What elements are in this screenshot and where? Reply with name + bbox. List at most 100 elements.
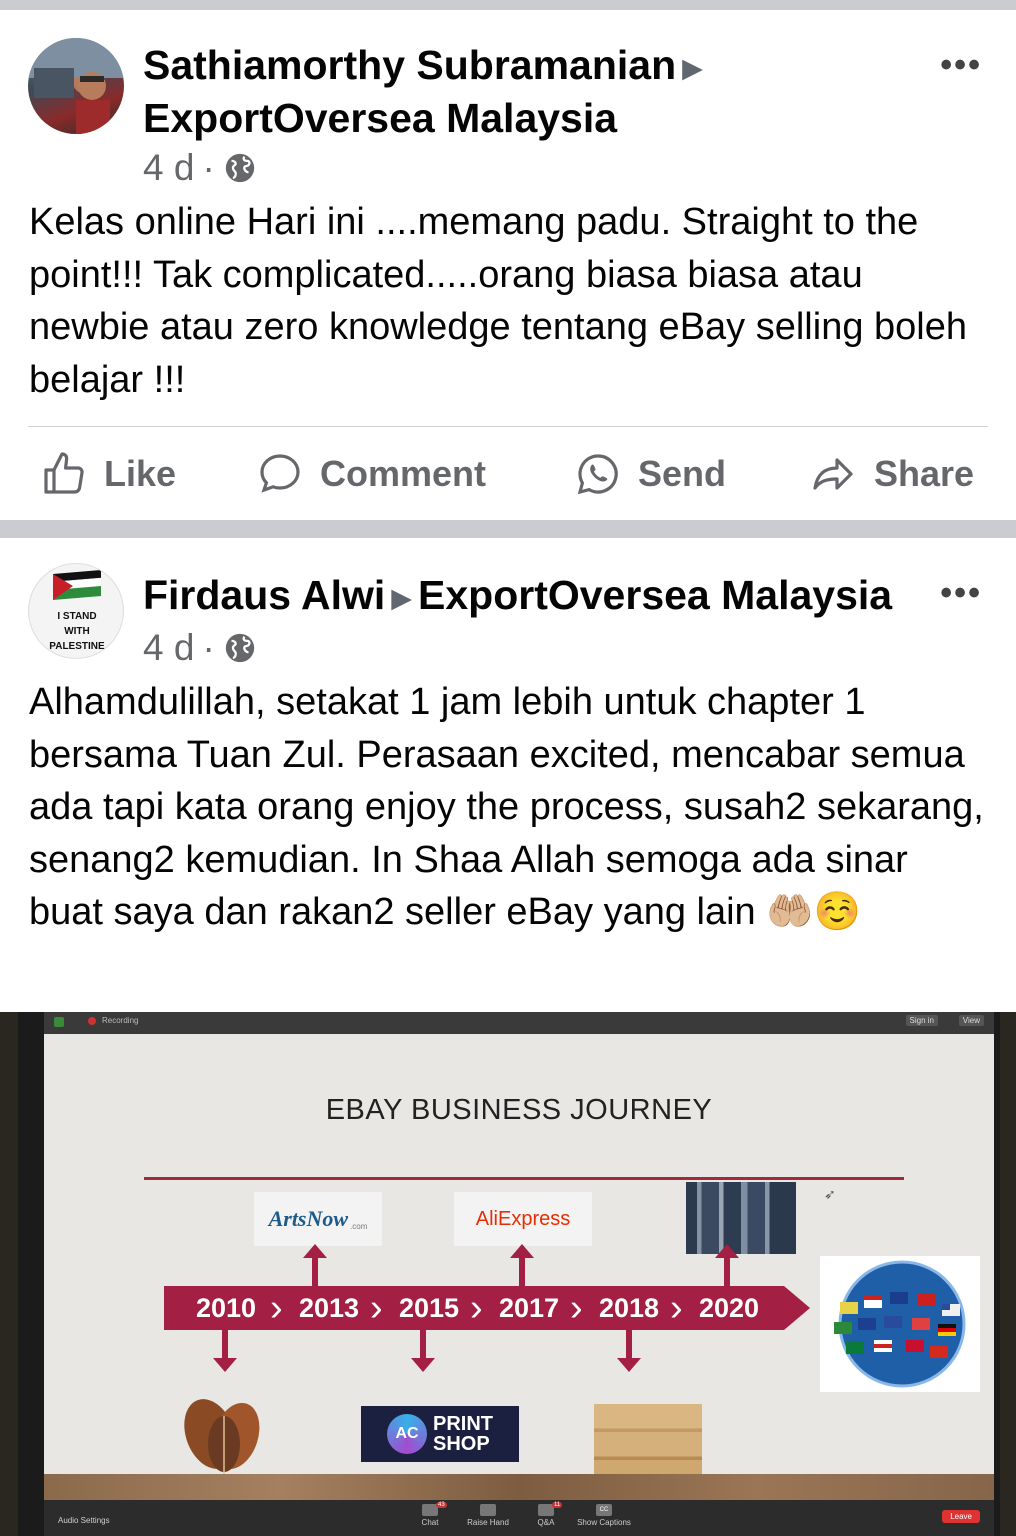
chevron-right-icon: › bbox=[370, 1287, 383, 1329]
comment-label: Comment bbox=[320, 453, 487, 494]
print-text: PRINT bbox=[433, 1413, 493, 1435]
group-name[interactable]: ExportOversea Malaysia bbox=[143, 95, 617, 141]
artsnow-logo-sub: .com bbox=[350, 1221, 368, 1231]
author-name[interactable]: Sathiamorthy Subramanian bbox=[143, 42, 676, 88]
up-arrow-icon bbox=[510, 1244, 534, 1286]
avatar-text-1: I STAND bbox=[57, 611, 96, 622]
like-button[interactable]: Like bbox=[40, 444, 176, 504]
post-meta: 4 d · bbox=[143, 146, 257, 190]
timestamp[interactable]: 4 d bbox=[143, 626, 194, 670]
post-text: Kelas online Hari ini ....memang padu. S… bbox=[29, 201, 967, 401]
zoom-top-bar: Recording Sign in View bbox=[44, 1012, 994, 1034]
feed-post: Sathiamorthy Subramanian ▶ ExportOversea … bbox=[0, 10, 1016, 520]
thumbs-up-icon bbox=[44, 452, 84, 494]
raise-hand-button[interactable]: Raise Hand bbox=[458, 1504, 518, 1527]
chevron-right-icon: › bbox=[470, 1287, 483, 1329]
year-label: 2017 bbox=[498, 1293, 560, 1323]
whatsapp-icon bbox=[577, 454, 618, 495]
globe-icon bbox=[225, 153, 254, 183]
aliexpress-logo: AliExpress bbox=[454, 1192, 592, 1246]
shield-icon bbox=[54, 1017, 64, 1027]
feed-post: I STAND WITH PALESTINE Firdaus Alwi ▶ Expo… bbox=[0, 538, 1016, 1536]
mouse-cursor-icon: ➶ bbox=[824, 1186, 836, 1202]
chevron-right-icon: › bbox=[670, 1287, 683, 1329]
year-label: 2013 bbox=[298, 1293, 360, 1323]
avatar[interactable]: I STAND WITH PALESTINE bbox=[28, 563, 124, 659]
post-text: Alhamdulillah, setakat 1 jam lebih untuk… bbox=[29, 681, 984, 933]
dried-leaves-photo bbox=[180, 1384, 272, 1480]
separator-dot: · bbox=[202, 627, 215, 668]
share-label: Share bbox=[874, 453, 975, 494]
cc-icon: CC bbox=[596, 1504, 612, 1516]
artsnow-logo: ArtsNow .com bbox=[254, 1192, 382, 1246]
avatar-text-3: PALESTINE bbox=[49, 641, 105, 652]
more-options-icon[interactable]: ••• bbox=[940, 574, 982, 613]
post-header: Sathiamorthy Subramanian ▶ ExportOversea … bbox=[143, 40, 709, 143]
chevron-right-icon: › bbox=[570, 1287, 583, 1329]
up-arrow-icon bbox=[715, 1244, 739, 1286]
comment-icon bbox=[260, 454, 300, 493]
arrow-right-icon: ▶ bbox=[682, 53, 703, 84]
down-arrow-icon bbox=[213, 1330, 237, 1372]
palestine-flag-avatar: I STAND WITH PALESTINE bbox=[49, 570, 105, 652]
send-label: Send bbox=[638, 453, 727, 494]
profile-photo bbox=[28, 38, 124, 134]
comment-button[interactable]: Comment bbox=[256, 444, 486, 504]
view-button[interactable]: View bbox=[958, 1015, 984, 1026]
post-photo[interactable]: Recording Sign in View EBAY BUSINESS JOU… bbox=[0, 1012, 1016, 1536]
down-arrow-icon bbox=[617, 1330, 641, 1372]
chevron-right-icon: › bbox=[270, 1287, 283, 1329]
warehouse-photo bbox=[686, 1182, 796, 1254]
group-name[interactable]: ExportOversea Malaysia bbox=[418, 572, 892, 618]
timestamp[interactable]: 4 d bbox=[143, 146, 194, 190]
shop-text: SHOP bbox=[433, 1433, 490, 1455]
title-underline bbox=[144, 1177, 904, 1180]
monitor-screen: Recording Sign in View EBAY BUSINESS JOU… bbox=[18, 1012, 1000, 1536]
action-bar: Like Comment Send Share bbox=[0, 444, 1016, 504]
more-options-icon[interactable]: ••• bbox=[940, 46, 982, 85]
year-label: 2015 bbox=[398, 1293, 460, 1323]
qa-label: Q&A bbox=[537, 1518, 555, 1527]
chat-button[interactable]: 43 Chat bbox=[400, 1502, 460, 1527]
post-header: Firdaus Alwi ▶ ExportOversea Malaysia bbox=[143, 570, 892, 623]
down-arrow-icon bbox=[411, 1330, 435, 1372]
like-label: Like bbox=[104, 453, 177, 494]
artsnow-logo-text: ArtsNow bbox=[268, 1206, 349, 1231]
show-captions-button[interactable]: CC Show Captions bbox=[574, 1504, 634, 1527]
zoom-control-bar: Audio Settings 43 Chat Raise Hand 11 Q&A… bbox=[44, 1500, 994, 1536]
qa-button[interactable]: 11 Q&A bbox=[516, 1502, 576, 1527]
aliexpress-logo-text: AliExpress bbox=[475, 1207, 571, 1230]
sign-in-button[interactable]: Sign in bbox=[905, 1015, 938, 1026]
divider bbox=[28, 426, 988, 427]
hand-icon bbox=[480, 1504, 496, 1516]
slide-title: EBAY BUSINESS JOURNEY bbox=[325, 1094, 713, 1126]
chat-count-badge: 43 bbox=[436, 1502, 447, 1508]
up-arrow-icon bbox=[303, 1244, 327, 1286]
recording-dot-icon bbox=[88, 1017, 96, 1025]
globe-flags-image bbox=[820, 1256, 980, 1392]
avatar[interactable] bbox=[28, 38, 124, 134]
wooden-floor-strip bbox=[44, 1474, 994, 1500]
year-label: 2020 bbox=[698, 1293, 760, 1323]
leave-button[interactable]: Leave bbox=[942, 1510, 980, 1523]
year-label: 2010 bbox=[195, 1293, 257, 1323]
separator-dot: · bbox=[202, 147, 215, 188]
chat-label: Chat bbox=[421, 1518, 439, 1527]
post-meta: 4 d · bbox=[143, 626, 257, 670]
globe-icon bbox=[834, 1260, 966, 1388]
audio-settings-button[interactable]: Audio Settings bbox=[58, 1516, 110, 1525]
qa-count-badge: 11 bbox=[552, 1502, 563, 1508]
arrow-right-icon: ▶ bbox=[391, 583, 413, 614]
ac-print-shop-logo: AC PRINT SHOP bbox=[361, 1406, 519, 1462]
ac-badge: AC bbox=[387, 1414, 427, 1454]
author-name[interactable]: Firdaus Alwi bbox=[143, 572, 385, 618]
presentation-slide: EBAY BUSINESS JOURNEY ArtsNow .com AliEx… bbox=[44, 1034, 994, 1500]
timeline-arrowhead bbox=[784, 1286, 810, 1330]
globe-icon bbox=[225, 633, 254, 663]
share-arrow-icon bbox=[813, 458, 853, 490]
raise-hand-label: Raise Hand bbox=[467, 1518, 509, 1527]
send-button[interactable]: Send bbox=[574, 444, 726, 504]
avatar-text-2: WITH bbox=[64, 626, 90, 637]
recording-label: Recording bbox=[102, 1016, 139, 1025]
share-button[interactable]: Share bbox=[808, 444, 974, 504]
